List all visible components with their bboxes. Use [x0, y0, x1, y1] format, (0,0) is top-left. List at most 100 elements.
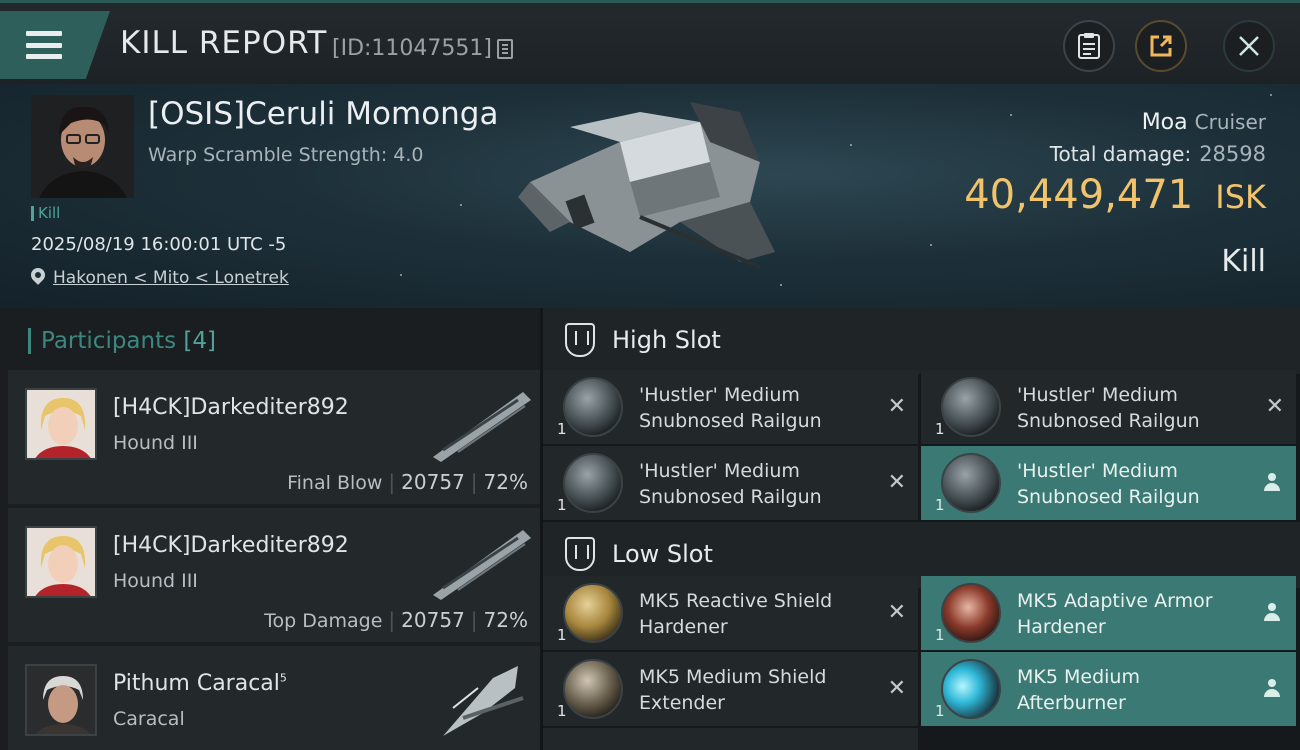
shield-extender-icon — [563, 659, 623, 719]
high-slot-icon — [565, 323, 595, 357]
participants-label: Participants — [41, 328, 177, 354]
location-pin-icon — [28, 265, 48, 285]
total-damage-value: 28598 — [1199, 142, 1266, 166]
module-name: 'Hustler' Medium Snubnosed Railgun — [639, 384, 822, 432]
participants-header: Participants [4] — [28, 328, 216, 354]
notes-button[interactable] — [1063, 20, 1115, 72]
dropped-person-icon — [1264, 473, 1280, 493]
participant-avatar — [25, 388, 97, 460]
dropped-person-icon — [1264, 679, 1280, 699]
high-slot-title: High Slot — [612, 326, 721, 354]
railgun-icon — [941, 377, 1001, 437]
victim-ship-image — [518, 102, 775, 269]
module-slot[interactable]: 1 MK5 Adaptive Armor Hardener — [921, 576, 1296, 650]
participants-panel: Participants [4] [H4CK]Darkediter892 Hou… — [0, 308, 540, 750]
module-slot[interactable]: 1 'Hustler' Medium Snubnosed Railgun ✕ — [543, 370, 918, 444]
share-button[interactable] — [1135, 20, 1187, 72]
railgun-weapon-icon — [433, 392, 531, 462]
participant-avatar — [25, 664, 97, 736]
close-button[interactable] — [1223, 20, 1275, 72]
copy-icon[interactable] — [497, 39, 513, 59]
page-title: KILL REPORT — [120, 25, 328, 61]
module-name: MK5 Adaptive Armor Hardener — [1017, 590, 1213, 638]
total-damage-label: Total damage: — [1049, 142, 1192, 166]
participant-damage: 20757 — [401, 608, 465, 632]
participant-card[interactable]: Pithum Caracal5 Caracal — [8, 646, 540, 750]
dropped-person-icon — [1264, 603, 1280, 623]
ship-class: Cruiser — [1194, 110, 1266, 134]
module-slot[interactable]: 1 'Hustler' Medium Snubnosed Railgun ✕ — [543, 446, 918, 520]
location-link[interactable]: Hakonen < Mito < Lonetrek — [53, 268, 289, 288]
participant-avatar — [25, 526, 97, 598]
module-quantity: 1 — [557, 626, 567, 644]
participant-ship: Hound III — [113, 432, 198, 454]
destroyed-icon: ✕ — [887, 470, 906, 495]
module-slot[interactable]: 1 'Hustler' Medium Snubnosed Railgun — [921, 446, 1296, 520]
caracal-ship-icon — [443, 666, 524, 736]
railgun-icon — [563, 377, 623, 437]
module-quantity: 1 — [557, 496, 567, 514]
isk-unit: ISK — [1215, 178, 1266, 216]
clipboard-icon — [1078, 33, 1100, 59]
module-quantity: 1 — [935, 420, 945, 438]
destroyed-icon: ✕ — [887, 676, 906, 701]
menu-button[interactable] — [0, 11, 110, 79]
module-quantity: 1 — [935, 496, 945, 514]
participant-percent: 72% — [483, 470, 528, 494]
module-slot[interactable]: 1 MK5 Reactive Shield Hardener ✕ — [543, 576, 918, 650]
module-slot[interactable]: 1 'Hustler' Medium Snubnosed Railgun ✕ — [921, 370, 1296, 444]
ship-type: Moa Cruiser — [1142, 110, 1266, 135]
participant-damage: 20757 — [401, 470, 465, 494]
module-quantity: 1 — [557, 702, 567, 720]
participant-card[interactable]: [H4CK]Darkediter892 Hound III Top Damage… — [8, 508, 540, 642]
victim-avatar[interactable] — [31, 95, 134, 198]
share-icon — [1150, 35, 1172, 57]
top-bar: KILL REPORT [ID:11047551] — [0, 0, 1300, 84]
ship-name[interactable]: Moa — [1142, 110, 1188, 135]
participant-ship: Hound III — [113, 570, 198, 592]
module-name: MK5 Reactive Shield Hardener — [639, 590, 833, 638]
top-damage-label: Top Damage — [264, 610, 383, 632]
isk-amount: 40,449,471 — [964, 172, 1194, 218]
result-label: Kill — [1221, 244, 1266, 279]
low-slot-icon — [565, 537, 595, 571]
module-name: MK5 Medium Afterburner — [1017, 666, 1140, 714]
afterburner-icon — [941, 659, 1001, 719]
victim-name[interactable]: [OSIS]Ceruli Momonga — [148, 96, 498, 132]
participant-card[interactable]: [H4CK]Darkediter892 Hound III Final Blow… — [8, 370, 540, 504]
participant-level: 5 — [279, 671, 287, 685]
kill-tag: Kill — [31, 206, 60, 221]
railgun-icon — [563, 453, 623, 513]
victim-panel: [OSIS]Ceruli Momonga Warp Scramble Stren… — [0, 84, 1300, 308]
shield-hardener-icon — [563, 583, 623, 643]
destroyed-icon: ✕ — [887, 600, 906, 625]
participant-stats: Top Damage | 20757 | 72% — [264, 608, 528, 632]
participant-ship: Caracal — [113, 708, 185, 730]
participants-count: [4] — [183, 328, 217, 354]
destroyed-icon: ✕ — [1265, 394, 1284, 419]
destroyed-icon: ✕ — [887, 394, 906, 419]
participant-name[interactable]: Pithum Caracal5 — [113, 671, 287, 696]
participant-percent: 72% — [483, 608, 528, 632]
module-slot[interactable]: 1 MK5 Medium Afterburner — [921, 652, 1296, 726]
kill-timestamp: 2025/08/19 16:00:01 UTC -5 — [31, 234, 287, 255]
participant-stats: Final Blow | 20757 | 72% — [287, 470, 528, 494]
module-quantity: 1 — [557, 420, 567, 438]
close-icon — [1239, 36, 1259, 56]
fitting-panel: High Slot 1 'Hustler' Medium Snubnosed R… — [543, 308, 1300, 750]
total-damage: Total damage: 28598 — [1050, 142, 1266, 166]
low-slot-title: Low Slot — [612, 540, 713, 568]
module-slot-partial[interactable] — [543, 728, 918, 750]
warp-scramble-strength: Warp Scramble Strength: 4.0 — [148, 144, 424, 166]
participant-name[interactable]: [H4CK]Darkediter892 — [113, 395, 349, 420]
railgun-weapon-icon — [433, 530, 531, 600]
module-slot[interactable]: 1 MK5 Medium Shield Extender ✕ — [543, 652, 918, 726]
armor-hardener-icon — [941, 583, 1001, 643]
participant-name[interactable]: [H4CK]Darkediter892 — [113, 533, 349, 558]
railgun-icon — [941, 453, 1001, 513]
module-name: 'Hustler' Medium Snubnosed Railgun — [1017, 460, 1200, 508]
module-name: 'Hustler' Medium Snubnosed Railgun — [1017, 384, 1200, 432]
module-quantity: 1 — [935, 626, 945, 644]
report-id: [ID:11047551] — [332, 36, 492, 61]
module-name: 'Hustler' Medium Snubnosed Railgun — [639, 460, 822, 508]
